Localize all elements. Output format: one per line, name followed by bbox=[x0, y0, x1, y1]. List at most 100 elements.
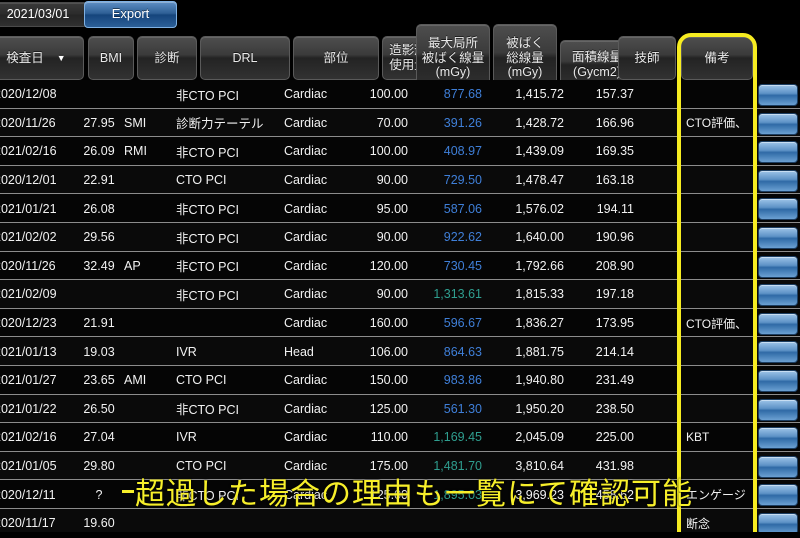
table-row[interactable]: 2020/11/26 32.49 AP 非CTO PCI Cardiac 120.00 73… bbox=[0, 251, 800, 281]
column-header-peak-skin-dose-unit: (mGy) bbox=[435, 65, 471, 80]
table-row[interactable]: 2021/02/16 27.04 IVR Cardiac 110.00 1,169.45 2… bbox=[0, 423, 800, 452]
table-row[interactable]: 2020/12/01 22.91 CTO PCI Cardiac 90.00 729.50… bbox=[0, 165, 800, 195]
cell-date: 2021/01/21 bbox=[0, 201, 57, 216]
cell-dose: 90.00 bbox=[376, 173, 408, 188]
sort-descending-icon[interactable]: ▼ bbox=[57, 53, 66, 64]
row-detail-button[interactable] bbox=[758, 284, 798, 307]
cell-diag: AP bbox=[124, 258, 141, 273]
cell-diag: AMI bbox=[124, 373, 147, 388]
table-row[interactable]: 2020/11/26 27.95 SMI 診断力テーテル Cardiac 70.00 391… bbox=[0, 108, 800, 138]
cell-date: 2020/11/26 bbox=[0, 258, 56, 273]
cell-part: Cardiac bbox=[284, 430, 328, 445]
column-header-total-dose-line1: 被ばく bbox=[506, 35, 544, 50]
column-header-bmi[interactable]: BMI bbox=[88, 36, 134, 80]
row-detail-button[interactable] bbox=[758, 169, 798, 192]
row-detail-button[interactable] bbox=[758, 112, 798, 135]
column-header-date[interactable]: 検査日 ▼ bbox=[0, 36, 84, 80]
cell-drl: 非CTO PCI bbox=[176, 203, 239, 218]
column-header-area-dose-unit: (Gycm2) bbox=[573, 65, 621, 79]
row-detail-button[interactable] bbox=[758, 84, 798, 106]
cell-total: 1,478.47 bbox=[515, 173, 564, 188]
row-action-button-column[interactable] bbox=[758, 80, 800, 538]
cell-diag bbox=[124, 280, 172, 309]
table-row[interactable]: 2020/12/08 非CTO PCI Cardiac 100.00 877.68 1,4… bbox=[0, 80, 800, 109]
cell-peak: 1,169.45 bbox=[433, 430, 482, 445]
cell-tech bbox=[648, 423, 678, 452]
cell-dose: 120.00 bbox=[369, 258, 408, 273]
cell-note bbox=[680, 337, 752, 366]
cell-tech bbox=[648, 109, 678, 138]
row-detail-button[interactable] bbox=[758, 455, 798, 478]
row-detail-button[interactable] bbox=[758, 370, 798, 392]
cell-total: 2,045.09 bbox=[515, 430, 564, 445]
cell-part: Cardiac bbox=[284, 115, 328, 130]
cell-area: 214.14 bbox=[595, 344, 634, 359]
cell-date: 2020/12/11 bbox=[0, 487, 56, 502]
cell-peak: 561.30 bbox=[443, 401, 482, 416]
column-header-bodypart[interactable]: 部位 bbox=[293, 36, 379, 80]
cell-drl: 診断力テーテル bbox=[176, 117, 264, 132]
cell-peak: 729.50 bbox=[443, 173, 482, 188]
cell-bmi: 22.91 bbox=[83, 173, 115, 188]
cell-note bbox=[680, 80, 752, 109]
bottom-strip bbox=[0, 532, 800, 538]
row-detail-button[interactable] bbox=[758, 484, 798, 507]
cell-peak: 877.68 bbox=[443, 87, 482, 102]
cell-note bbox=[680, 252, 752, 281]
cell-date: 2021/01/22 bbox=[0, 401, 57, 416]
column-header-diagnosis[interactable]: 診断 bbox=[137, 36, 197, 80]
cell-drl: 非CTO PCI bbox=[176, 403, 239, 418]
cell-tech bbox=[648, 137, 678, 166]
cell-bmi: 29.56 bbox=[83, 230, 115, 245]
column-header-note[interactable]: 備考 bbox=[681, 36, 753, 80]
cell-drl: 非CTO PCI bbox=[176, 288, 239, 303]
cell-total: 1,792.66 bbox=[515, 258, 564, 273]
cell-bmi: 23.65 bbox=[83, 373, 115, 388]
data-table-body[interactable]: 2020/12/08 非CTO PCI Cardiac 100.00 877.68 1,4… bbox=[0, 80, 800, 538]
table-row[interactable]: 2021/01/21 26.08 非CTO PCI Cardiac 95.00 587.0… bbox=[0, 194, 800, 223]
table-row[interactable]: 2021/02/09 非CTO PCI Cardiac 90.00 1,313.61 1,… bbox=[0, 280, 800, 309]
cell-diag bbox=[124, 223, 172, 252]
row-detail-button[interactable] bbox=[758, 255, 798, 278]
cell-tech bbox=[648, 80, 678, 109]
app-window: 2021/03/01 Export 検査日 ▼ BMI 診断 DRL 部位 造影… bbox=[0, 0, 800, 538]
row-detail-button[interactable] bbox=[758, 141, 798, 164]
cell-area: 225.00 bbox=[595, 430, 634, 445]
export-button[interactable]: Export bbox=[84, 1, 177, 28]
column-header-total-dose-unit: (mGy) bbox=[507, 65, 543, 80]
cell-drl bbox=[176, 309, 292, 338]
table-row[interactable]: 2021/01/27 23.65 AMI CTO PCI Cardiac 150.00 98… bbox=[0, 365, 800, 395]
cell-total: 1,576.02 bbox=[515, 201, 564, 216]
table-row[interactable]: 2020/12/23 21.91 Cardiac 160.00 596.67 1,836.… bbox=[0, 308, 800, 338]
row-detail-button[interactable] bbox=[758, 312, 798, 335]
cell-area: 163.18 bbox=[595, 173, 634, 188]
column-header-technologist[interactable]: 技師 bbox=[618, 36, 676, 80]
row-detail-button[interactable] bbox=[758, 398, 798, 421]
cell-peak: 864.63 bbox=[443, 344, 482, 359]
column-header-drl[interactable]: DRL bbox=[200, 36, 290, 80]
cell-dose: 160.00 bbox=[369, 316, 408, 331]
row-detail-button[interactable] bbox=[758, 341, 798, 364]
row-detail-button[interactable] bbox=[758, 427, 798, 450]
cell-part: Cardiac bbox=[284, 144, 328, 159]
cell-area: 169.35 bbox=[595, 144, 634, 159]
cell-part: Cardiac bbox=[284, 230, 328, 245]
table-row[interactable]: 2021/02/02 29.56 非CTO PCI Cardiac 90.00 922.6… bbox=[0, 222, 800, 252]
cell-note bbox=[680, 166, 752, 195]
cell-diag bbox=[124, 166, 172, 195]
table-row[interactable]: 2021/01/13 19.03 IVR Head 106.00 864.63 1,881.… bbox=[0, 337, 800, 366]
cell-drl: 非CTO PCI bbox=[176, 88, 239, 103]
cell-diag bbox=[124, 423, 172, 452]
table-row[interactable]: 2021/01/22 26.50 非CTO PCI Cardiac 125.00 561.… bbox=[0, 394, 800, 424]
cell-area: 173.95 bbox=[595, 316, 634, 331]
table-row[interactable]: 2021/02/16 26.09 RMI 非CTO PCI Cardiac 100.00 4… bbox=[0, 137, 800, 166]
row-detail-button[interactable] bbox=[758, 227, 798, 249]
date-filter-input[interactable]: 2021/03/01 bbox=[0, 2, 88, 27]
cell-area: 231.49 bbox=[595, 373, 634, 388]
cell-dose: 100.00 bbox=[369, 87, 408, 102]
cell-bmi: 27.95 bbox=[83, 115, 115, 130]
cell-area: 190.96 bbox=[595, 230, 634, 245]
cell-total: 1,640.00 bbox=[515, 230, 564, 245]
cell-total: 1,439.09 bbox=[515, 144, 564, 159]
row-detail-button[interactable] bbox=[758, 198, 798, 221]
